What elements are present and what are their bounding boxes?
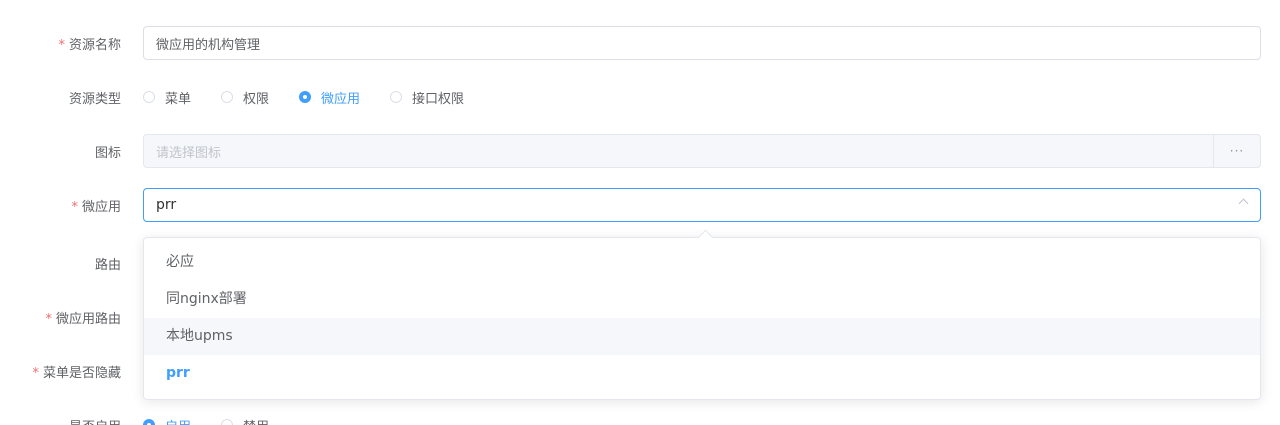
radio-circle-icon (390, 91, 403, 103)
radio-api-permission[interactable]: 接口权限 (390, 88, 464, 107)
more-icon[interactable]: ··· (1213, 134, 1261, 168)
radio-menu[interactable]: 菜单 (143, 88, 191, 107)
radio-circle-icon (143, 91, 155, 103)
dropdown-caret (697, 229, 714, 246)
radio-permission[interactable]: 权限 (221, 88, 269, 107)
radio-checked-icon (299, 91, 312, 103)
radio-checked-icon (143, 419, 155, 425)
micro-app-dropdown: 必应 同nginx部署 本地upms prr (143, 229, 1261, 400)
radio-disable[interactable]: 禁用 (221, 416, 269, 425)
micro-app-select[interactable]: prr (143, 188, 1261, 222)
row-micro-app: * 微应用 prr (0, 188, 1280, 222)
radio-circle-icon (221, 91, 234, 103)
row-resource-name: * 资源名称 微应用的机构管理 (0, 26, 1280, 60)
icon-input[interactable]: 请选择图标 (143, 134, 1261, 168)
dropdown-option-prr[interactable]: prr (144, 355, 1260, 392)
enabled-radio-group: 启用 禁用 (143, 408, 1261, 425)
menu-hidden-label: * 菜单是否隐藏 (32, 365, 121, 381)
micro-app-label: * 微应用 (71, 199, 121, 215)
micro-app-route-label: * 微应用路由 (45, 311, 121, 327)
row-enabled: 是否启用 启用 禁用 (0, 408, 1280, 425)
radio-enable[interactable]: 启用 (143, 416, 191, 425)
row-icon: 图标 请选择图标 ··· (0, 134, 1280, 168)
radio-circle-icon (221, 419, 234, 425)
icon-label: 图标 (94, 145, 121, 161)
resource-form: * 资源名称 微应用的机构管理 资源类型 菜单 权限 微应用 接口权限 图标 请选… (0, 0, 1280, 425)
dropdown-option-local-upms[interactable]: 本地upms (144, 318, 1260, 355)
resource-name-label: * 资源名称 (58, 37, 121, 53)
dropdown-option-nginx[interactable]: 同nginx部署 (144, 281, 1260, 318)
radio-micro-app[interactable]: 微应用 (299, 88, 360, 107)
dropdown-option-biying[interactable]: 必应 (144, 244, 1260, 281)
route-label: 路由 (94, 257, 121, 273)
resource-type-label: 资源类型 (68, 91, 121, 107)
enabled-label: 是否启用 (0, 416, 132, 425)
resource-name-input[interactable]: 微应用的机构管理 (143, 26, 1261, 60)
row-resource-type: 资源类型 菜单 权限 微应用 接口权限 (0, 80, 1280, 114)
resource-type-radio-group: 菜单 权限 微应用 接口权限 (143, 80, 1261, 114)
